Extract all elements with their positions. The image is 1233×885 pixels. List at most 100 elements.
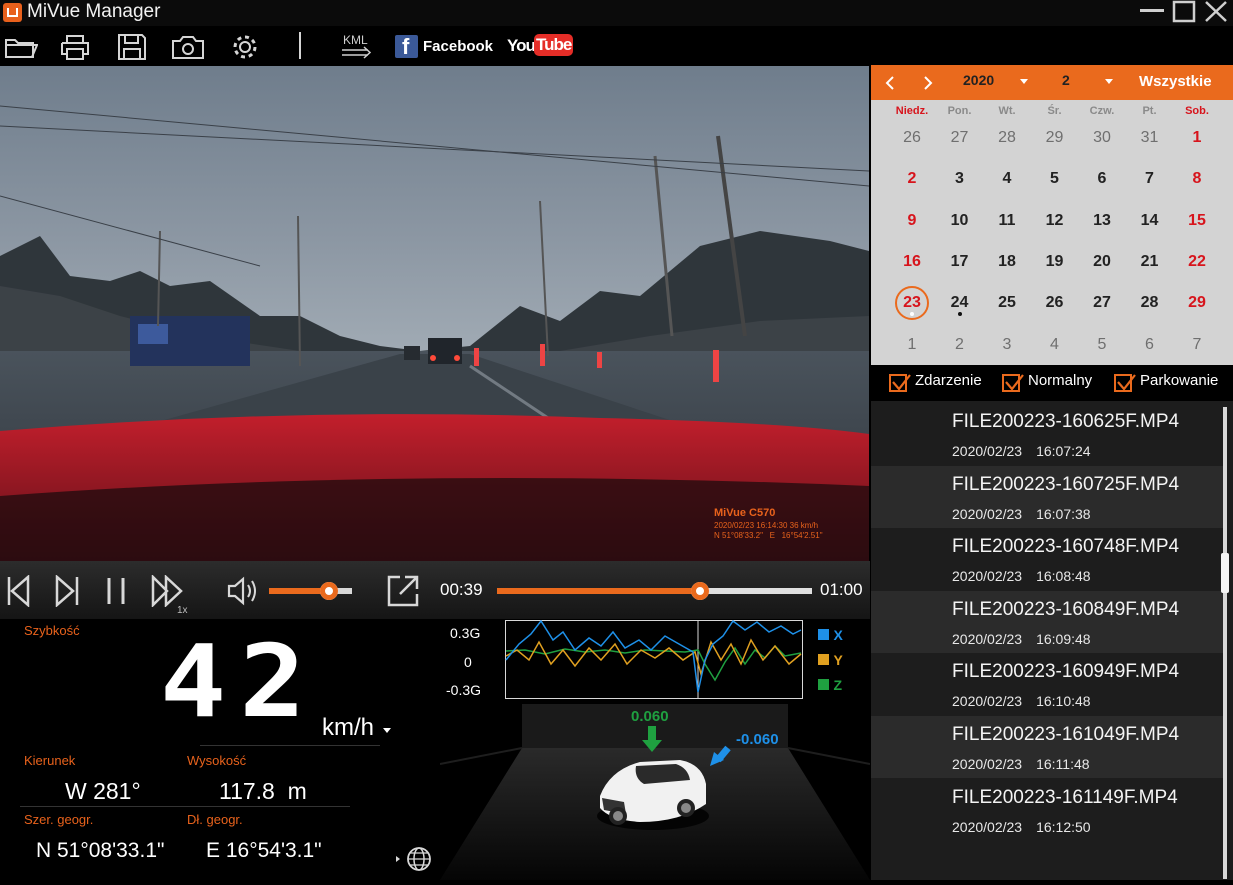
volume-slider[interactable] xyxy=(269,582,352,600)
calendar-day[interactable]: 8 xyxy=(1177,170,1217,188)
volume-icon[interactable] xyxy=(226,575,260,607)
longitude-label: Dł. geogr. xyxy=(187,812,243,827)
seek-fill xyxy=(497,588,701,594)
filter-checkbox[interactable] xyxy=(1002,374,1024,392)
skip-previous-icon[interactable] xyxy=(6,575,30,607)
file-list-item[interactable]: FILE200223-160748F.MP4 2020/02/23 16:08:48 xyxy=(871,528,1223,591)
calendar-day[interactable]: 27 xyxy=(940,129,980,147)
volume-knob[interactable] xyxy=(319,582,338,600)
calendar-day[interactable]: 25 xyxy=(987,294,1027,312)
playback-speed-label[interactable]: 1x xyxy=(177,605,188,616)
calendar-day[interactable]: 26 xyxy=(1035,294,1075,312)
file-name: FILE200223-161049F.MP4 xyxy=(952,724,1180,745)
file-name: FILE200223-161149F.MP4 xyxy=(952,786,1178,808)
calendar-day[interactable]: 4 xyxy=(987,170,1027,188)
calendar-day[interactable]: 11 xyxy=(987,212,1027,230)
print-icon[interactable] xyxy=(58,32,92,62)
filter-0[interactable]: Zdarzenie xyxy=(889,365,999,401)
calendar-day[interactable]: 1 xyxy=(1177,129,1217,147)
snapshot-camera-icon[interactable] xyxy=(170,32,206,62)
calendar-day[interactable]: 20 xyxy=(1082,253,1122,271)
pause-icon[interactable] xyxy=(104,575,128,607)
calendar-day[interactable]: 6 xyxy=(1130,336,1170,354)
calendar-day[interactable]: 4 xyxy=(1035,336,1075,354)
calendar-day[interactable]: 6 xyxy=(1082,170,1122,188)
calendar-day[interactable]: 3 xyxy=(987,336,1027,354)
calendar-day[interactable]: 5 xyxy=(1082,336,1122,354)
calendar-day[interactable]: 30 xyxy=(1082,129,1122,147)
year-select[interactable]: 2020 xyxy=(963,72,1035,92)
month-select[interactable]: 2 xyxy=(1062,72,1122,92)
toolbar-divider xyxy=(299,32,301,59)
open-folder-icon[interactable] xyxy=(4,32,38,62)
seek-knob[interactable] xyxy=(691,582,710,600)
calendar-day[interactable]: 29 xyxy=(1177,294,1217,312)
seek-bar[interactable] xyxy=(497,582,812,600)
calendar-day[interactable]: 24 xyxy=(940,294,980,312)
show-all-button[interactable]: Wszystkie xyxy=(1139,73,1212,90)
calendar-day[interactable]: 14 xyxy=(1130,212,1170,230)
calendar-day[interactable]: 29 xyxy=(1035,129,1075,147)
calendar-day[interactable]: 27 xyxy=(1082,294,1122,312)
player-controls: 1x 00:39 01:00 xyxy=(0,561,870,619)
calendar-day[interactable]: 31 xyxy=(1130,129,1170,147)
save-icon[interactable] xyxy=(116,32,148,62)
calendar-day[interactable]: 7 xyxy=(1130,170,1170,188)
calendar-day[interactable]: 18 xyxy=(987,253,1027,271)
calendar-day[interactable]: 22 xyxy=(1177,253,1217,271)
fast-forward-icon[interactable] xyxy=(150,575,186,607)
filter-checkbox[interactable] xyxy=(1114,374,1136,392)
calendar-day[interactable]: 5 xyxy=(1035,170,1075,188)
file-list-item[interactable]: FILE200223-160625F.MP4 2020/02/23 16:07:24 xyxy=(871,403,1223,465)
calendar-day[interactable]: 26 xyxy=(892,129,932,147)
file-list-item[interactable]: FILE200223-160849F.MP4 2020/02/23 16:09:48 xyxy=(871,590,1223,653)
kml-export-button[interactable]: KML xyxy=(340,33,376,61)
close-icon[interactable] xyxy=(1202,0,1232,24)
file-date: 2020/02/23 xyxy=(952,505,1023,522)
file-list-item[interactable]: FILE200223-160725F.MP4 2020/02/23 16:07:38 xyxy=(871,465,1223,528)
checkmark-icon xyxy=(892,374,911,391)
minimize-icon[interactable] xyxy=(1138,0,1168,24)
list-scrollbar-thumb[interactable] xyxy=(1221,553,1229,593)
file-list-item[interactable]: FILE200223-160949F.MP4 2020/02/23 16:10:48 xyxy=(871,653,1223,716)
calendar-day[interactable]: 13 xyxy=(1082,212,1122,230)
speed-unit[interactable]: km/h xyxy=(322,714,374,742)
calendar-day[interactable]: 15 xyxy=(1177,212,1217,230)
map-globe-icon[interactable] xyxy=(394,845,434,873)
unit-dropdown-icon[interactable] xyxy=(382,727,392,735)
calendar-day[interactable]: 12 xyxy=(1035,212,1075,230)
weekday-6: Sob. xyxy=(1185,105,1209,117)
filter-label: Parkowanie xyxy=(1140,372,1219,389)
youtube-button[interactable]: You Tube xyxy=(507,33,574,61)
calendar-day[interactable]: 3 xyxy=(940,170,980,188)
next-month-icon[interactable] xyxy=(921,75,935,91)
calendar-day[interactable]: 28 xyxy=(1130,294,1170,312)
facebook-button[interactable]: f Facebook xyxy=(395,34,495,60)
calendar-day[interactable]: 9 xyxy=(892,212,932,230)
list-scrollbar[interactable] xyxy=(1223,407,1227,879)
file-list-item[interactable]: FILE200223-161149F.MP4 2020/02/23 16:12:50 xyxy=(871,778,1223,841)
calendar-day[interactable]: 10 xyxy=(940,212,980,230)
calendar-day[interactable]: 17 xyxy=(940,253,980,271)
filter-1[interactable]: Normalny xyxy=(1002,365,1112,401)
accel-x-value: -0.060 xyxy=(736,731,779,748)
calendar-day[interactable]: 28 xyxy=(987,129,1027,147)
filter-checkbox[interactable] xyxy=(889,374,911,392)
weekday-4: Czw. xyxy=(1089,105,1115,117)
calendar-day[interactable]: 7 xyxy=(1177,336,1217,354)
calendar-day-selected[interactable]: 23 xyxy=(892,294,932,312)
filter-2[interactable]: Parkowanie xyxy=(1114,365,1224,401)
fullscreen-popout-icon[interactable] xyxy=(386,574,420,608)
maximize-icon[interactable] xyxy=(1170,0,1200,24)
calendar-day[interactable]: 2 xyxy=(940,336,980,354)
calendar-day[interactable]: 19 xyxy=(1035,253,1075,271)
video-player[interactable]: MiVue C570 2020/02/23 16:14:30 36 km/h N… xyxy=(0,66,869,561)
calendar-day[interactable]: 21 xyxy=(1130,253,1170,271)
calendar-day[interactable]: 1 xyxy=(892,336,932,354)
calendar-day[interactable]: 2 xyxy=(892,170,932,188)
settings-gear-icon[interactable] xyxy=(229,32,261,62)
calendar-day[interactable]: 16 xyxy=(892,253,932,271)
prev-month-icon[interactable] xyxy=(883,75,897,91)
next-frame-icon[interactable] xyxy=(54,575,80,607)
file-list-item[interactable]: FILE200223-161049F.MP4 2020/02/23 16:11:48 xyxy=(871,716,1223,778)
